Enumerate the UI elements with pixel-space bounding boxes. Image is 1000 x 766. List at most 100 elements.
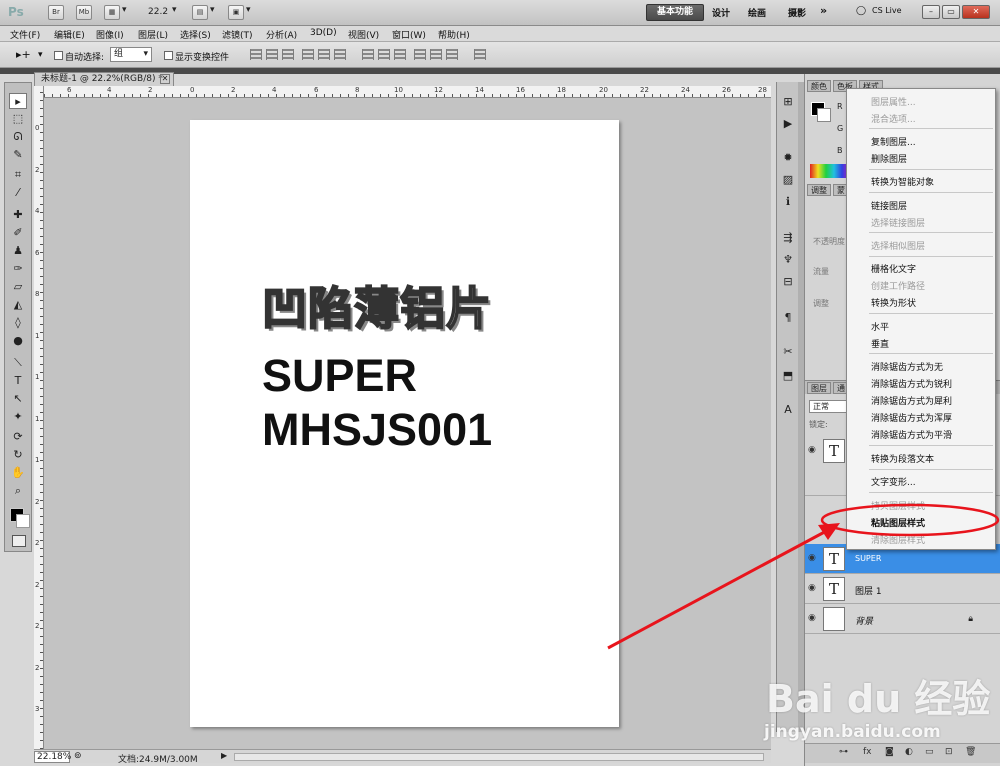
tab-color[interactable]: 颜色 bbox=[807, 80, 831, 92]
paragraph-panel-icon[interactable]: ¶ bbox=[780, 310, 796, 326]
menu-item-duplicate-layer[interactable]: 复制图层... bbox=[871, 135, 916, 148]
menu-help[interactable]: 帮助(H) bbox=[438, 28, 470, 41]
menu-item-convert-to-shape[interactable]: 转换为形状 bbox=[871, 296, 916, 309]
tool-presets-panel-icon[interactable]: ⊟ bbox=[780, 274, 796, 290]
marquee-tool-icon[interactable]: ⬚ bbox=[9, 111, 27, 127]
horizontal-scrollbar[interactable] bbox=[234, 753, 764, 761]
paint-bucket-tool-icon[interactable]: ◭ bbox=[9, 297, 27, 313]
hand-tool-icon[interactable]: ✋ bbox=[9, 465, 27, 481]
distribute-vcenter-icon[interactable] bbox=[378, 49, 390, 60]
show-transform-checkbox[interactable] bbox=[164, 51, 173, 60]
brush-tool-icon[interactable]: ✐ bbox=[9, 225, 27, 241]
close-button[interactable]: ✕ bbox=[962, 5, 990, 19]
eye-icon[interactable]: ◉ bbox=[808, 553, 816, 563]
clone-stamp-tool-icon[interactable]: ♟ bbox=[9, 243, 27, 259]
character-panel-icon[interactable]: A bbox=[780, 402, 796, 418]
chevron-down-icon[interactable]: ▾ bbox=[210, 5, 215, 15]
chevron-down-icon[interactable]: ▾ bbox=[246, 5, 251, 15]
layer-row-background[interactable]: ◉ 背景 🔒︎ bbox=[805, 604, 1000, 634]
menu-item-create-work-path[interactable]: 创建工作路径 bbox=[871, 279, 925, 292]
more-workspaces-button[interactable]: » bbox=[820, 4, 827, 17]
eyedropper-tool-icon[interactable]: ⁄ bbox=[9, 185, 27, 201]
menu-item-warp-text[interactable]: 文字变形... bbox=[871, 475, 916, 488]
zoom-tool-icon[interactable]: ⌕ bbox=[9, 483, 27, 499]
chevron-down-icon[interactable]: ▾ bbox=[122, 5, 127, 15]
menu-3d[interactable]: 3D(D) bbox=[310, 28, 337, 38]
distribute-left-icon[interactable] bbox=[414, 49, 426, 60]
workspace-painting[interactable]: 绘画 bbox=[748, 6, 766, 19]
background-color-swatch[interactable] bbox=[16, 514, 30, 528]
screen-mode-button[interactable]: ▣ bbox=[228, 5, 244, 20]
zoom-level[interactable]: 22.2 bbox=[148, 7, 168, 17]
quick-mask-icon[interactable] bbox=[12, 535, 26, 547]
move-tool-icon[interactable]: ▸ bbox=[9, 93, 27, 109]
tab-adjustments[interactable]: 调整 bbox=[807, 184, 831, 196]
menu-item-delete-layer[interactable]: 删除图层 bbox=[871, 152, 907, 165]
maximize-button[interactable]: ▭ bbox=[942, 5, 960, 19]
panel-background-swatch[interactable] bbox=[817, 108, 831, 122]
workspace-essentials[interactable]: 基本功能 bbox=[646, 4, 704, 21]
menu-item-copy-layer-style[interactable]: 拷贝图层样式 bbox=[871, 499, 925, 512]
menu-select[interactable]: 选择(S) bbox=[180, 28, 211, 41]
distribute-right-icon[interactable] bbox=[446, 49, 458, 60]
shape-tool-icon[interactable]: ✦ bbox=[9, 409, 27, 425]
menu-analysis[interactable]: 分析(A) bbox=[266, 28, 297, 41]
3d-panel-icon[interactable]: ⬒ bbox=[780, 368, 796, 384]
3d-orbit-tool-icon[interactable]: ↻ bbox=[9, 447, 27, 463]
menu-item-select-linked[interactable]: 选择链接图层 bbox=[871, 216, 925, 229]
tab-layers[interactable]: 图层 bbox=[807, 382, 831, 394]
history-brush-tool-icon[interactable]: ✑ bbox=[9, 261, 27, 277]
brushes-panel-icon[interactable]: ⇶ bbox=[780, 230, 796, 246]
cs-live-button[interactable]: CS Live bbox=[872, 6, 902, 15]
eye-icon[interactable]: ◉ bbox=[808, 613, 816, 623]
chevron-down-icon[interactable]: ▾ bbox=[172, 5, 177, 15]
eye-icon[interactable]: ◉ bbox=[808, 583, 816, 593]
bridge-button[interactable]: Br bbox=[48, 5, 64, 20]
navigator-panel-icon[interactable]: ✹ bbox=[780, 150, 796, 166]
auto-select-checkbox[interactable] bbox=[54, 51, 63, 60]
history-panel-icon[interactable]: ⊞ bbox=[780, 94, 796, 110]
align-hcenter-icon[interactable] bbox=[318, 49, 330, 60]
spot-healing-tool-icon[interactable]: ✚ bbox=[9, 207, 27, 223]
3d-rotate-tool-icon[interactable]: ⟳ bbox=[9, 429, 27, 445]
clone-source-panel-icon[interactable]: ♆ bbox=[780, 252, 796, 268]
document-tab[interactable]: 未标题-1 @ 22.2%(RGB/8) * ✕ bbox=[34, 72, 174, 86]
zoom-field[interactable]: 22.18% bbox=[34, 751, 71, 763]
menu-item-layer-properties[interactable]: 图层属性... bbox=[871, 95, 916, 108]
chevron-right-icon[interactable]: ▶ bbox=[221, 751, 227, 760]
distribute-bottom-icon[interactable] bbox=[394, 49, 406, 60]
menu-filter[interactable]: 滤镜(T) bbox=[222, 28, 253, 41]
menu-item-convert-smart-object[interactable]: 转换为智能对象 bbox=[871, 175, 934, 188]
crop-tool-icon[interactable]: ⌗ bbox=[9, 167, 27, 183]
menu-item-select-similar[interactable]: 选择相似图层 bbox=[871, 239, 925, 252]
blend-mode-select[interactable]: 正常 bbox=[809, 400, 849, 413]
cs-live-icon[interactable]: ◯ bbox=[856, 6, 866, 16]
menu-item-antialias-crisp[interactable]: 消除锯齿方式为犀利 bbox=[871, 394, 952, 407]
align-left-icon[interactable] bbox=[302, 49, 314, 60]
actions-panel-icon[interactable]: ▶ bbox=[780, 116, 796, 132]
menu-file[interactable]: 文件(F) bbox=[10, 28, 40, 41]
document-canvas[interactable]: 凹陷薄铝片 SUPER MHSJS001 bbox=[190, 120, 619, 727]
menu-window[interactable]: 窗口(W) bbox=[392, 28, 426, 41]
lasso-tool-icon[interactable]: ᘏ bbox=[9, 129, 27, 145]
menu-item-vertical[interactable]: 垂直 bbox=[871, 337, 889, 350]
distribute-hcenter-icon[interactable] bbox=[430, 49, 442, 60]
align-bottom-icon[interactable] bbox=[282, 49, 294, 60]
menu-item-convert-paragraph[interactable]: 转换为段落文本 bbox=[871, 452, 934, 465]
menu-item-antialias-none[interactable]: 消除锯齿方式为无 bbox=[871, 360, 943, 373]
quick-select-tool-icon[interactable]: ✎ bbox=[9, 147, 27, 163]
align-right-icon[interactable] bbox=[334, 49, 346, 60]
menu-item-horizontal[interactable]: 水平 bbox=[871, 320, 889, 333]
dodge-tool-icon[interactable]: ● bbox=[9, 333, 27, 349]
eye-icon[interactable]: ◉ bbox=[808, 445, 816, 455]
layer-row[interactable]: ◉ T 图层 1 bbox=[805, 574, 1000, 604]
menu-layer[interactable]: 图层(L) bbox=[138, 28, 168, 41]
align-top-icon[interactable] bbox=[250, 49, 262, 60]
distribute-top-icon[interactable] bbox=[362, 49, 374, 60]
auto-align-icon[interactable] bbox=[474, 49, 486, 60]
auto-select-dropdown[interactable]: 组 ▾ bbox=[110, 47, 152, 62]
view-extras-button[interactable]: ▦ bbox=[104, 5, 120, 20]
pen-tool-icon[interactable]: ⟍ bbox=[9, 355, 27, 371]
menu-item-antialias-smooth[interactable]: 消除锯齿方式为平滑 bbox=[871, 428, 952, 441]
menu-item-antialias-sharp[interactable]: 消除锯齿方式为锐利 bbox=[871, 377, 952, 390]
